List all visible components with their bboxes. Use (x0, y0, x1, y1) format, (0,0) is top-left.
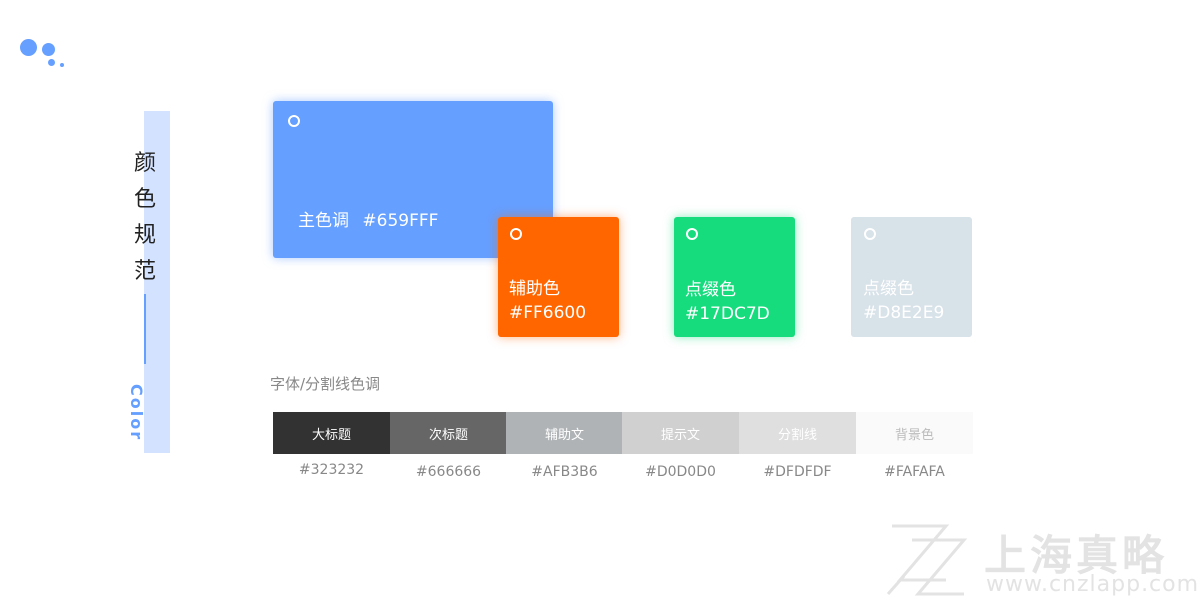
swatch-subheading: 次标题 (390, 412, 507, 454)
swatch-hex: #AFB3B6 (531, 464, 598, 480)
ring-icon (510, 228, 522, 240)
title-divider (144, 294, 146, 364)
secondary-color-hex: #FF6600 (509, 303, 587, 323)
page-title: 颜 色 规 范 (130, 146, 160, 290)
swatch-hex: #666666 (415, 464, 482, 480)
accent-green-label: 点缀色 (685, 280, 736, 300)
title-char: 范 (133, 259, 156, 284)
swatch-hex: #FAFAFA (884, 464, 945, 480)
section-heading: 字体/分割线色调 (270, 375, 381, 393)
ring-icon (288, 115, 300, 127)
swatch-label: 辅助文 (544, 427, 584, 443)
title-char: 颜 (133, 151, 156, 176)
ring-icon (864, 228, 876, 240)
accent-green-hex: #17DC7D (685, 304, 770, 324)
accent-green-card: 点缀色 #17DC7D (674, 217, 795, 337)
swatch-background: 背景色 (856, 412, 973, 454)
swatch-hex: #323232 (298, 462, 365, 478)
swatch-auxiliary-text: 辅助文 (506, 412, 623, 454)
swatch-heading: 大标题 (273, 412, 390, 454)
swatch-divider: 分割线 (739, 412, 856, 454)
accent-grey-hex: #D8E2E9 (863, 303, 945, 323)
title-char: 色 (133, 187, 156, 212)
swatch-hex: #DFDFDF (763, 464, 832, 480)
title-char: 规 (133, 223, 156, 248)
accent-grey-card: 点缀色 #D8E2E9 (851, 217, 972, 337)
page-subtitle: Color (127, 384, 146, 442)
ring-icon (686, 228, 698, 240)
swatch-label: 提示文 (660, 427, 700, 443)
secondary-color-card: 辅助色 #FF6600 (498, 217, 619, 337)
primary-color-hex: #659FFF (362, 211, 439, 231)
secondary-color-label: 辅助色 (509, 279, 560, 299)
watermark-logo-icon (886, 524, 968, 596)
primary-color-label: 主色调 (298, 211, 349, 231)
accent-grey-label: 点缀色 (863, 279, 914, 299)
swatch-hint-text: 提示文 (622, 412, 739, 454)
swatch-hex: #D0D0D0 (645, 464, 716, 480)
swatch-label: 分割线 (777, 427, 817, 443)
swatch-label: 背景色 (894, 427, 934, 443)
swatch-label: 次标题 (428, 427, 468, 443)
swatch-label: 大标题 (311, 427, 351, 443)
watermark-url: www.cnzlapp.com (986, 572, 1200, 597)
